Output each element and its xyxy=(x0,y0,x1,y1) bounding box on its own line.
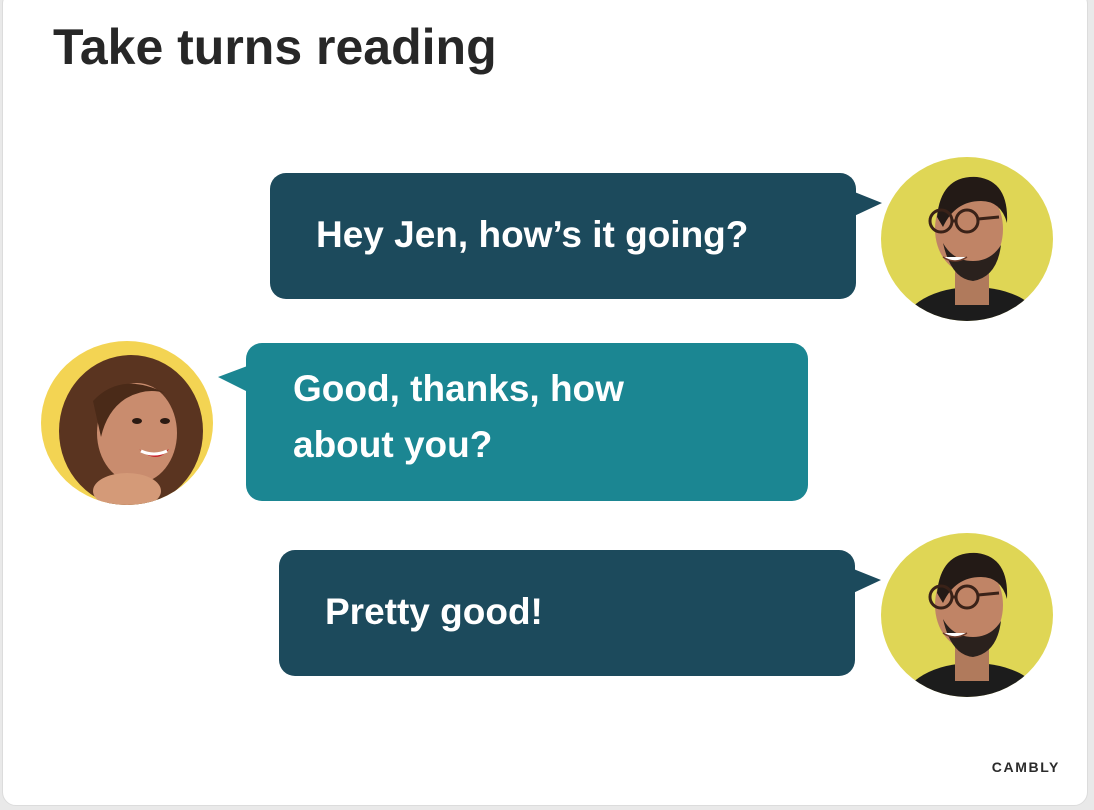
slide-card: Take turns reading Hey Jen, how’s it goi… xyxy=(2,0,1088,806)
chat-bubble-1: Hey Jen, how’s it going? xyxy=(270,173,882,299)
bubble-tail-icon xyxy=(851,568,881,594)
slide-title: Take turns reading xyxy=(53,19,497,75)
chat-bubble-2-text: Good, thanks, how about you? xyxy=(293,368,624,465)
woman-avatar-icon xyxy=(41,341,213,505)
chat-bubble-3-text: Pretty good! xyxy=(325,591,543,632)
brand-logo: CAMBLY xyxy=(991,759,1060,775)
man-avatar-icon xyxy=(881,533,1053,697)
bubble-tail-icon xyxy=(852,191,882,217)
man-avatar-icon xyxy=(881,157,1053,321)
chat-bubble-1-text: Hey Jen, how’s it going? xyxy=(316,214,749,255)
bubble-tail-icon xyxy=(218,365,250,393)
chat-bubble-2: Good, thanks, how about you? xyxy=(218,343,808,501)
chat-bubble-3: Pretty good! xyxy=(279,550,881,676)
